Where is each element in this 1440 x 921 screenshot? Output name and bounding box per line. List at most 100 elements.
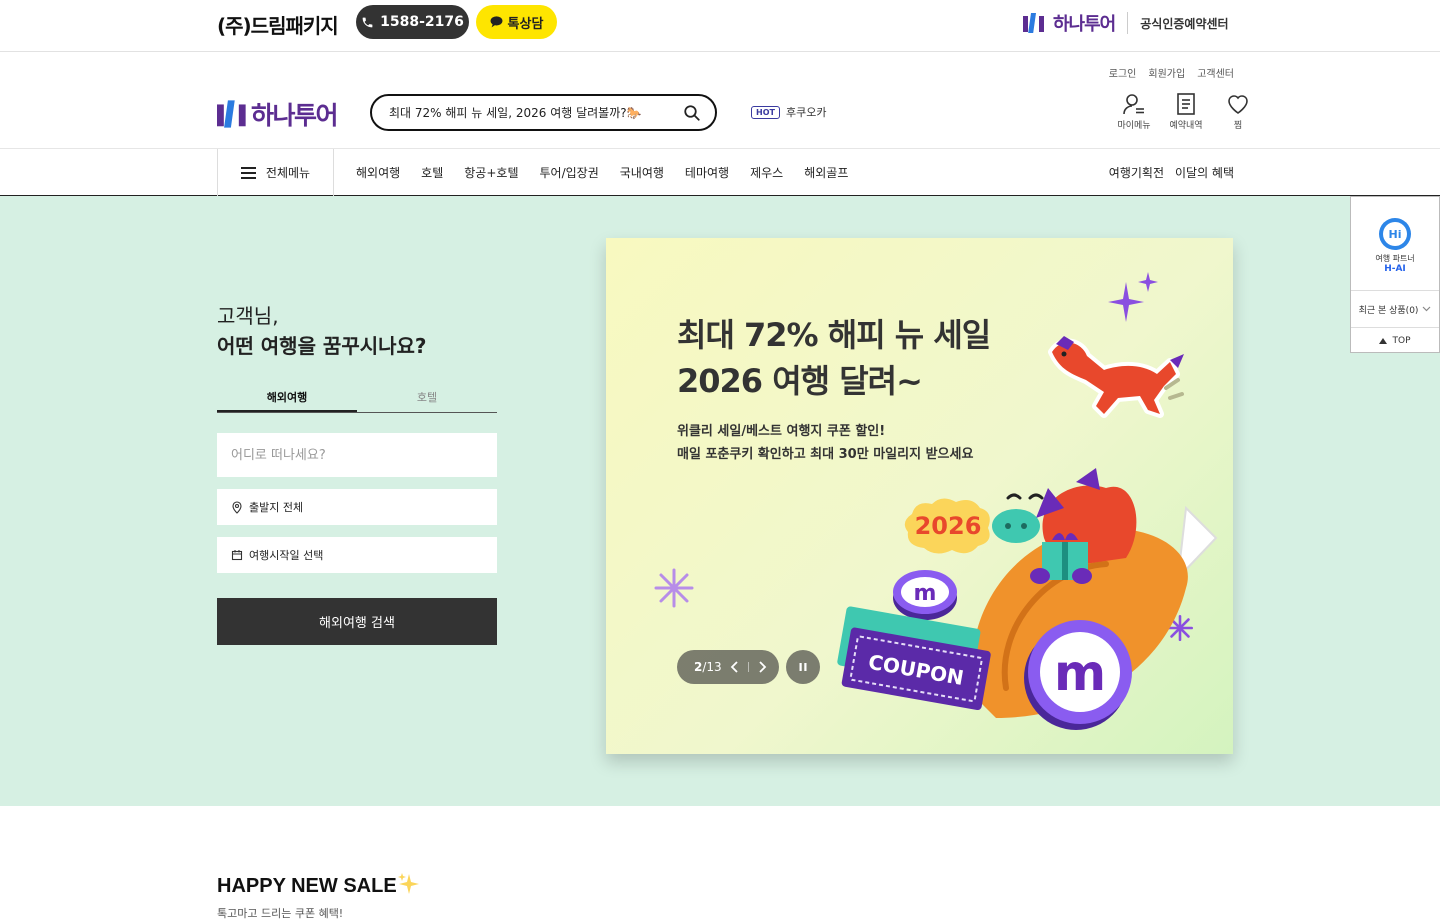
user-icon <box>1123 94 1144 115</box>
reservations-button[interactable]: 예약내역 <box>1166 92 1206 131</box>
tab-overseas[interactable]: 해외여행 <box>217 386 357 412</box>
promo-menu: 여행기획전 이달의 혜택 <box>1109 164 1234 181</box>
hot-badge: HOT <box>751 105 780 119</box>
greeting: 고객님, 어떤 여행을 꿈꾸시나요? <box>217 301 427 361</box>
logo-text: 하나투어 <box>251 101 339 130</box>
banner-title-line-1: 최대 72% 해피 뉴 세일 <box>677 316 991 354</box>
slide-total: /13 <box>702 660 722 674</box>
partner-bar: (주)드림패키지 1588-2176 톡상담 하나투어 공식인증예약센터 <box>0 0 1440 52</box>
scroll-top-button[interactable]: TOP <box>1351 328 1439 353</box>
hanatour-logo-icon <box>217 100 246 128</box>
caret-up-icon <box>1379 337 1388 344</box>
nav-item-hotel[interactable]: 호텔 <box>421 164 443 181</box>
phone-number: 1588-2176 <box>380 14 464 30</box>
partner-brand: 하나투어 공식인증예약센터 <box>1023 10 1229 36</box>
phone-call-button[interactable]: 1588-2176 <box>356 5 469 39</box>
banner-desc-line-1: 위클리 세일/베스트 여행지 쿠폰 할인! <box>677 424 886 439</box>
calendar-icon <box>231 550 243 561</box>
phone-icon <box>362 17 373 27</box>
nav-item-golf[interactable]: 해외골프 <box>804 164 848 181</box>
slide-controls: 2/13 <box>677 650 779 684</box>
wishlist-button[interactable]: 찜 <box>1218 92 1258 131</box>
heart-icon <box>1228 95 1248 114</box>
recently-viewed-button[interactable]: 최근 본 상품(0) <box>1351 291 1439 328</box>
floating-quick-panel: Hi 여행 파트너 H-AI 최근 본 상품(0) TOP <box>1350 196 1440 353</box>
promo-banner[interactable]: 최대 72% 해피 뉴 세일 2026 여행 달려~ 위클리 세일/베스트 여행… <box>606 238 1233 754</box>
login-link[interactable]: 로그인 <box>1109 65 1137 80</box>
asterisk-icon <box>654 568 694 608</box>
hamburger-icon <box>240 166 256 179</box>
hai-caption: 여행 파트너 <box>1375 254 1415 263</box>
nav-item-exhibitions[interactable]: 여행기획전 <box>1109 164 1164 181</box>
document-icon <box>1177 93 1195 115</box>
nav-item-air-hotel[interactable]: 항공+호텔 <box>464 164 518 181</box>
hai-name: H-AI <box>1384 264 1406 274</box>
brand-divider <box>1127 12 1129 34</box>
sparkles-icon <box>397 873 419 894</box>
location-pin-icon <box>232 500 242 514</box>
all-menu-label: 전체메뉴 <box>265 166 311 180</box>
nav-item-theme[interactable]: 테마여행 <box>685 164 729 181</box>
search-icon[interactable] <box>683 104 701 122</box>
overseas-search-button[interactable]: 해외여행 검색 <box>217 598 497 645</box>
banner-title: 최대 72% 해피 뉴 세일 2026 여행 달려~ <box>677 312 991 404</box>
departure-field[interactable]: 출발지 전체 <box>217 489 497 525</box>
date-value: 여행시작일 선택 <box>249 549 324 562</box>
destination-input[interactable] <box>231 447 471 463</box>
nav-item-domestic[interactable]: 국내여행 <box>620 164 664 181</box>
all-menu-button[interactable]: 전체메뉴 <box>217 149 334 196</box>
global-search <box>370 94 717 131</box>
user-shortcuts: 마이메뉴 예약내역 찜 <box>1114 92 1258 131</box>
main-logo[interactable]: 하나투어 <box>217 96 339 132</box>
greeting-line-2: 어떤 여행을 꿈꾸시나요? <box>217 334 427 358</box>
svg-text:m: m <box>1054 644 1106 702</box>
banner-desc-line-2: 매일 포춘쿠키 확인하고 최대 30만 마일리지 받으세요 <box>677 447 974 462</box>
chevron-right-icon[interactable] <box>757 661 767 673</box>
chevron-left-icon[interactable] <box>730 661 740 673</box>
sale-title-text: HAPPY NEW SALE <box>217 875 397 897</box>
hot-keyword[interactable]: HOT 후쿠오카 <box>751 104 826 120</box>
nav-item-monthly-benefits[interactable]: 이달의 혜택 <box>1175 164 1234 181</box>
date-field[interactable]: 여행시작일 선택 <box>217 537 497 573</box>
nav-item-overseas[interactable]: 해외여행 <box>356 164 400 181</box>
hai-assistant-button[interactable]: Hi 여행 파트너 H-AI <box>1351 197 1439 291</box>
departure-value: 출발지 전체 <box>249 501 304 514</box>
kakao-chat-label: 톡상담 <box>507 16 544 32</box>
my-menu-button[interactable]: 마이메뉴 <box>1114 92 1154 131</box>
tab-hotel[interactable]: 호텔 <box>357 386 497 412</box>
svg-text:Hi: Hi <box>1389 228 1402 241</box>
company-name: (주)드림패키지 <box>217 14 339 38</box>
kakao-chat-button[interactable]: 톡상담 <box>476 5 557 39</box>
greeting-line-1: 고객님, <box>217 304 279 328</box>
search-tabs: 해외여행 호텔 <box>217 386 497 413</box>
nav-item-zeus[interactable]: 제우스 <box>750 164 783 181</box>
main-navigation: 전체메뉴 해외여행 호텔 항공+호텔 투어/입장권 국내여행 테마여행 제우스 … <box>0 149 1440 196</box>
signup-link[interactable]: 회원가입 <box>1148 65 1185 80</box>
nav-item-tours[interactable]: 투어/입장권 <box>539 164 598 181</box>
reservations-label: 예약내역 <box>1169 121 1203 131</box>
hai-bot-icon: Hi <box>1379 218 1411 250</box>
top-label: TOP <box>1392 335 1411 346</box>
slide-control-divider <box>747 662 749 672</box>
coin-icon: m <box>1024 620 1132 730</box>
banner-description: 위클리 세일/베스트 여행지 쿠폰 할인! 매일 포춘쿠키 확인하고 최대 30… <box>677 420 973 466</box>
partner-brand-name: 하나투어 <box>1053 14 1116 35</box>
certified-center-label: 공식인증예약센터 <box>1140 16 1229 31</box>
sparkle-icon <box>1108 272 1158 322</box>
pause-icon <box>799 663 807 671</box>
sale-section-title: HAPPY NEW SALE <box>217 872 419 898</box>
sale-section-subtitle: 톡고마고 드리는 쿠폰 혜택! <box>217 907 344 920</box>
chat-bubble-icon <box>490 16 503 28</box>
svg-text:m: m <box>914 581 937 606</box>
hanatour-logo-icon <box>1023 13 1044 33</box>
chevron-down-icon <box>1423 306 1431 312</box>
destination-field <box>217 433 497 477</box>
recently-viewed-label: 최근 본 상품(0) <box>1358 305 1419 316</box>
search-input[interactable] <box>389 105 683 120</box>
category-menu: 해외여행 호텔 항공+호텔 투어/입장권 국내여행 테마여행 제우스 해외골프 <box>356 164 848 181</box>
pause-slide-button[interactable] <box>786 650 820 684</box>
utility-links: 로그인 회원가입 고객센터 <box>1109 65 1234 80</box>
coupon-ticket: COUPON <box>837 606 991 711</box>
hero-section: 고객님, 어떤 여행을 꿈꾸시나요? 해외여행 호텔 출발지 전체 여행시작일 … <box>0 196 1440 806</box>
customer-center-link[interactable]: 고객센터 <box>1197 65 1234 80</box>
